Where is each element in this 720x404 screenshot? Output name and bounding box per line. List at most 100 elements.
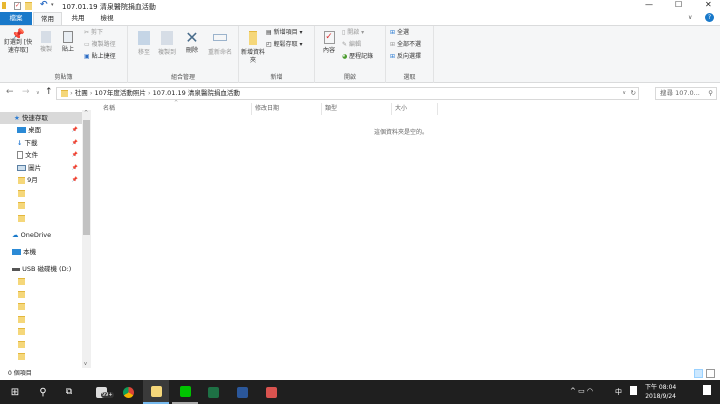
pin-quick-access-button[interactable]: 📌 釘選到 [快速存取] [2,29,34,55]
properties-check-icon: ✓ [323,31,335,44]
search-icon: ⚲ [708,89,713,97]
usb-folder-icon[interactable] [18,353,25,360]
undo-icon[interactable]: ↶ [40,0,48,10]
up-button[interactable]: ↑ [45,87,53,97]
properties-button[interactable]: ✓ 內容 [319,31,339,55]
sidebar-item-usb-drive[interactable]: USB 磁碟機 (D:) [0,263,82,275]
usb-folder-icon[interactable] [18,315,25,323]
usb-folder-icon[interactable] [18,340,25,348]
usb-folder-icon[interactable] [18,290,25,298]
window-title: 107.01.19 清泉醫院捐血活動 [62,3,156,11]
sidebar-item-onedrive[interactable]: ☁ OneDrive [0,229,82,241]
taskbar-file-explorer[interactable] [143,380,169,404]
tab-home[interactable]: 常用 [33,12,62,25]
minimize-button[interactable]: — [645,0,653,9]
recent-locations-chevron-icon[interactable]: ∨ [36,90,40,96]
pin-icon: 📌 [71,140,78,146]
forward-button[interactable]: → [22,87,30,97]
desktop-icon [17,127,26,133]
sidebar-item-folder[interactable]: 9月 📌 [0,174,82,186]
help-icon[interactable]: ? [705,13,714,22]
cut-button[interactable]: ✂ 剪下 [84,29,103,37]
details-view-button[interactable] [694,369,703,378]
sidebar-item-documents[interactable]: 文件 📌 [0,149,82,161]
close-button[interactable]: ✕ [705,0,712,9]
sidebar-item-pictures[interactable]: 圖片 📌 [0,162,82,174]
select-none-button[interactable]: ⊞ 全部不選 [390,41,421,49]
paste-shortcut-button[interactable]: ▣ 貼上捷徑 [84,53,116,61]
taskbar-line[interactable] [172,380,198,404]
tray-icons[interactable]: ^ ▭ ◠ [570,387,593,395]
taskbar-mail-app[interactable]: 99+ [88,380,114,404]
back-button[interactable]: ← [6,87,14,97]
paste-button[interactable]: 貼上 [58,31,78,54]
select-all-button[interactable]: ⊞ 全選 [390,29,409,37]
usb-folder-icon[interactable] [18,328,25,335]
column-header-type[interactable]: 類型 [322,103,392,115]
sidebar-item-quick-access[interactable]: ★ 快速存取 [0,112,82,124]
scrollbar-thumb[interactable] [83,120,90,235]
tab-view[interactable]: 檢視 [92,12,122,25]
sidebar-item-this-pc[interactable]: 本機 [0,246,82,258]
folder-icon [18,214,25,222]
column-header-name[interactable]: 名稱 [100,103,252,115]
edit-button[interactable]: ✎ 編輯 [342,41,361,49]
rename-icon [213,34,227,41]
new-folder-button[interactable]: 新增資料夾 [241,31,265,65]
usb-folder-icon[interactable] [18,303,25,310]
sidebar-item-folder[interactable] [0,199,82,211]
clock[interactable]: 下午 08:04 2018/9/24 [645,383,676,401]
history-button[interactable]: ◕ 歷程記錄 [342,53,373,61]
taskbar-word[interactable] [229,380,255,404]
invert-selection-button[interactable]: ⊞ 反向選擇 [390,53,421,61]
task-view-button[interactable]: ⧉ [56,380,82,404]
column-header-size[interactable]: 大小 [392,103,438,115]
breadcrumb-item[interactable]: 社團 [75,89,88,97]
action-center-icon[interactable] [703,385,711,395]
breadcrumb-item[interactable]: 107年度活動照片 [95,89,146,97]
ime-mode-icon[interactable] [630,386,637,395]
new-folder-quick-icon[interactable] [25,2,32,10]
taskbar-excel[interactable] [200,380,226,404]
delete-button[interactable]: ✕ 刪除 [182,29,202,55]
pin-icon: 📌 [71,165,78,171]
ime-indicator[interactable]: 中 [615,387,622,397]
navigation-scrollbar[interactable]: ^ v [82,110,91,368]
address-dropdown-chevron-icon[interactable]: ∨ [622,88,626,99]
sidebar-item-folder[interactable] [0,187,82,199]
properties-quick-icon[interactable]: ✓ [14,2,21,10]
start-button[interactable]: ⊞ [2,380,28,404]
taskbar-chrome[interactable] [115,380,141,404]
search-input[interactable]: 搜尋 107.0... ⚲ [655,87,717,100]
chrome-icon [122,386,134,398]
folder-icon [18,176,25,184]
title-bar: ✓ ↶ ▾ 107.01.19 清泉醫院捐血活動 — ☐ ✕ [0,0,720,12]
taskbar-pdf[interactable] [258,380,284,404]
ribbon-collapse-chevron-icon[interactable]: ∨ [688,14,692,21]
usb-folder-icon[interactable] [18,278,25,285]
address-bar[interactable]: › 社團 › 107年度活動照片 › 107.01.19 清泉醫院捐血活動 ∨ … [56,87,639,100]
tab-share[interactable]: 共用 [64,12,92,25]
scroll-down-icon[interactable]: v [84,361,87,367]
rename-button[interactable]: 重新命名 [204,31,236,57]
maximize-button[interactable]: ☐ [675,0,682,9]
tab-file[interactable]: 檔案 [0,12,32,25]
column-header-date[interactable]: 修改日期 [252,103,322,115]
easy-access-button[interactable]: ◰ 輕鬆存取 ▾ [266,41,303,49]
new-item-button[interactable]: ▤ 新增項目 ▾ [266,29,303,37]
customize-toolbar-chevron-icon[interactable]: ▾ [51,2,54,8]
open-button[interactable]: ▯ 開啟 ▾ [342,29,364,37]
move-to-button[interactable]: 移至 [134,31,154,57]
large-icons-view-button[interactable] [706,369,715,378]
sidebar-item-downloads[interactable]: ↓ 下載 📌 [0,137,82,149]
paste-icon [63,31,73,43]
refresh-icon[interactable]: ↻ [631,88,636,99]
search-button[interactable]: ⚲ [30,380,56,404]
sidebar-item-folder[interactable] [0,212,82,224]
copy-button[interactable]: 複製 [36,31,56,54]
copy-to-button[interactable]: 複製到 [156,31,178,57]
copy-path-button[interactable]: ▭ 複製路徑 [84,41,116,49]
breadcrumb-item[interactable]: 107.01.19 清泉醫院捐血活動 [153,89,240,97]
scroll-up-icon[interactable]: ^ [84,110,88,116]
sidebar-item-desktop[interactable]: 桌面 📌 [0,124,82,136]
